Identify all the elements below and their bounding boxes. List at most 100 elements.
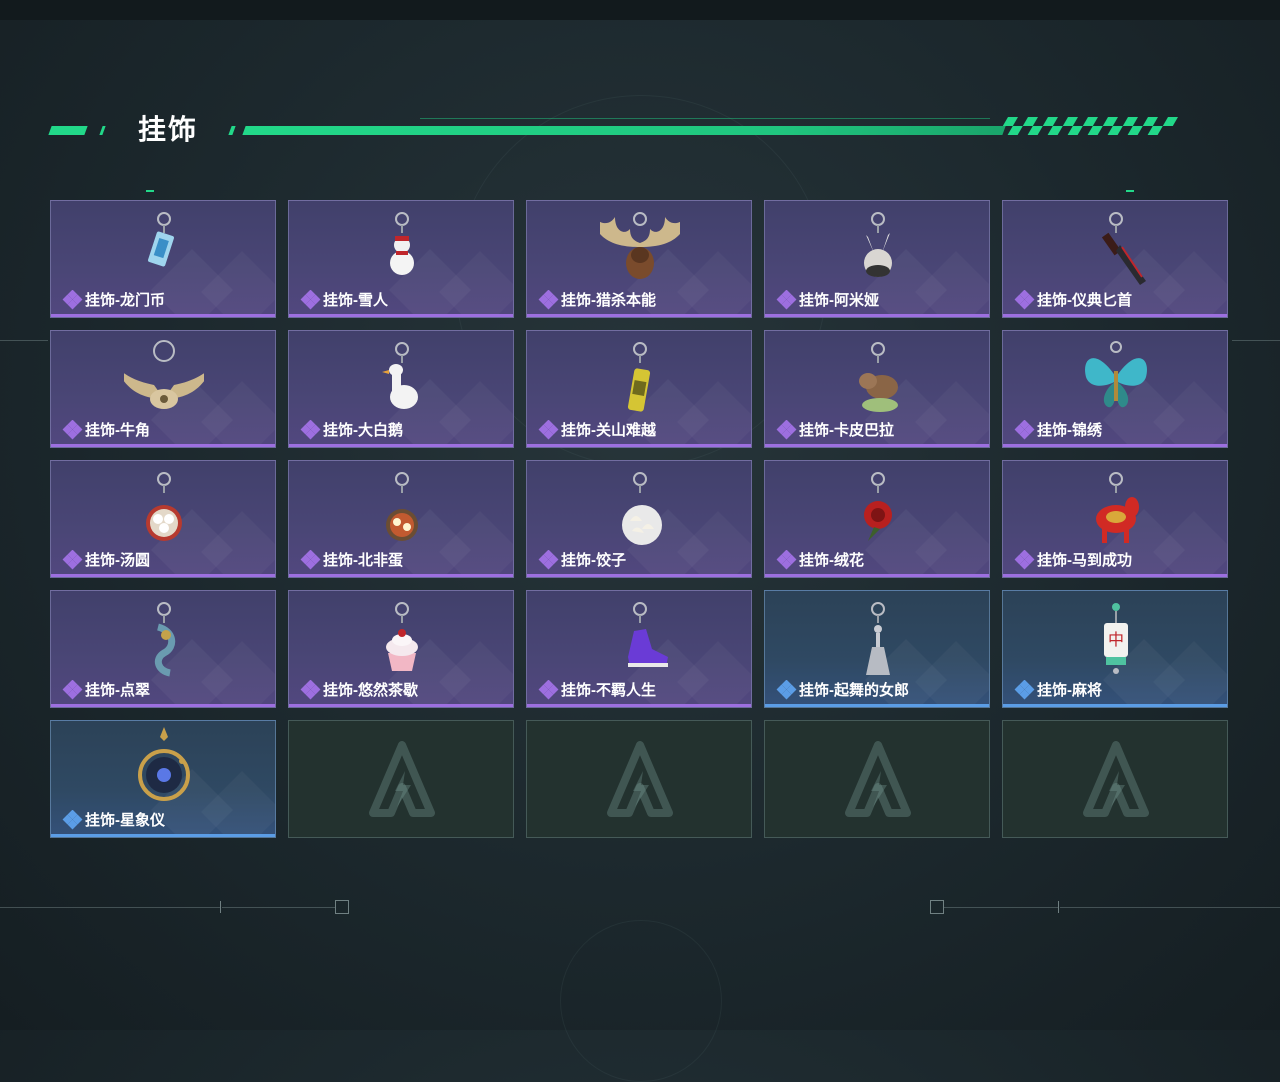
rarity-diamond-icon — [62, 550, 83, 570]
rarity-diamond-icon — [538, 290, 559, 310]
rarity-underline — [51, 704, 275, 707]
top-band — [0, 0, 1280, 20]
charm-name: 挂饰-牛角 — [85, 422, 150, 439]
header-accent-bar — [48, 126, 88, 135]
charm-name: 挂饰-锦绣 — [1037, 422, 1102, 439]
charm-card[interactable]: 挂饰-猎杀本能 — [526, 200, 752, 318]
grid-corner-mark-left — [146, 190, 154, 192]
rarity-underline — [765, 314, 989, 317]
dancing-lady-charm-icon — [866, 602, 890, 675]
hud-line-left — [0, 907, 220, 908]
charm-name: 挂饰-马到成功 — [1037, 552, 1132, 569]
white-goose-charm-icon — [382, 342, 418, 409]
charm-card[interactable]: 挂饰-悠然茶歇 — [288, 590, 514, 708]
rarity-underline — [289, 574, 513, 577]
empty-slot — [526, 720, 752, 838]
capybara-charm-icon — [859, 342, 898, 412]
rarity-underline — [765, 704, 989, 707]
charm-name: 挂饰-不羁人生 — [561, 682, 656, 699]
charm-card[interactable]: 中挂饰-麻将 — [1002, 590, 1228, 708]
charm-name: 挂饰-大白鹅 — [323, 422, 403, 439]
grid-corner-mark-right — [1126, 190, 1134, 192]
charm-card[interactable]: 挂饰-雪人 — [288, 200, 514, 318]
hud-line-right-2 — [1060, 907, 1280, 908]
astrolabe-charm-icon — [138, 727, 190, 801]
charm-card[interactable]: 挂饰-仪典匕首 — [1002, 200, 1228, 318]
empty-slot — [1002, 720, 1228, 838]
dumplings-plate-charm-icon — [622, 472, 662, 545]
rarity-diamond-icon — [1014, 680, 1035, 700]
hud-line-right — [944, 907, 1058, 908]
empty-slot — [288, 720, 514, 838]
header-thin-line — [420, 118, 990, 119]
rarity-underline — [289, 704, 513, 707]
header-checker-pattern — [1002, 117, 1178, 135]
charm-card[interactable]: 挂饰-马到成功 — [1002, 460, 1228, 578]
charm-card[interactable]: 挂饰-起舞的女郎 — [764, 590, 990, 708]
charm-card[interactable]: 挂饰-汤圆 — [50, 460, 276, 578]
hud-line-left-2 — [222, 907, 335, 908]
rarity-diamond-icon — [62, 290, 83, 310]
charm-name: 挂饰-猎杀本能 — [561, 292, 656, 309]
rarity-underline — [51, 834, 275, 837]
charm-card[interactable]: 挂饰-关山难越 — [526, 330, 752, 448]
charm-name: 挂饰-仪典匕首 — [1037, 292, 1132, 309]
background-ring-bottom — [560, 920, 722, 1082]
charm-card[interactable]: 挂饰-不羁人生 — [526, 590, 752, 708]
rarity-underline — [51, 444, 275, 447]
charm-card[interactable]: 挂饰-绒花 — [764, 460, 990, 578]
rarity-diamond-icon — [538, 680, 559, 700]
rarity-diamond-icon — [776, 290, 797, 310]
rarity-underline — [527, 314, 751, 317]
header-accent-slash — [99, 126, 106, 135]
rarity-underline — [1003, 574, 1227, 577]
charm-card[interactable]: 挂饰-龙门币 — [50, 200, 276, 318]
charm-name: 挂饰-悠然茶歇 — [323, 682, 418, 699]
rarity-underline — [765, 444, 989, 447]
longmen-coin-charm-icon — [148, 212, 174, 267]
charm-card[interactable]: 挂饰-牛角 — [50, 330, 276, 448]
empty-slot — [764, 720, 990, 838]
charm-card[interactable]: 挂饰-阿米娅 — [764, 200, 990, 318]
charm-card[interactable]: 挂饰-卡皮巴拉 — [764, 330, 990, 448]
rarity-diamond-icon — [1014, 290, 1035, 310]
empty-slot-logo-icon — [607, 741, 673, 817]
sneaker-charm-icon — [628, 602, 668, 667]
velvet-flower-charm-icon — [864, 472, 892, 541]
charm-name: 挂饰-起舞的女郎 — [799, 682, 909, 699]
charm-name: 挂饰-卡皮巴拉 — [799, 422, 894, 439]
charm-name: 挂饰-饺子 — [561, 552, 626, 569]
hud-line-mid-left — [0, 340, 48, 341]
bull-horns-charm-icon — [124, 340, 204, 409]
empty-slot-logo-icon — [1083, 741, 1149, 817]
tangyuan-bowl-charm-icon — [146, 472, 182, 541]
charm-card[interactable]: 挂饰-北非蛋 — [288, 460, 514, 578]
charm-card[interactable]: 挂饰-锦绣 — [1002, 330, 1228, 448]
charm-card[interactable]: 挂饰-大白鹅 — [288, 330, 514, 448]
empty-slot-logo-icon — [369, 741, 435, 817]
charm-card[interactable]: 挂饰-饺子 — [526, 460, 752, 578]
hud-square-right — [930, 900, 944, 914]
header-progress-bar — [242, 126, 1006, 135]
charm-name: 挂饰-北非蛋 — [323, 552, 403, 569]
amiya-charm-icon — [864, 212, 892, 277]
charm-name: 挂饰-雪人 — [323, 292, 388, 309]
rarity-underline — [51, 314, 275, 317]
header-accent-slash-2 — [228, 126, 236, 135]
shakshuka-charm-icon — [386, 472, 418, 541]
charm-card[interactable]: 挂饰-点翠 — [50, 590, 276, 708]
rarity-diamond-icon — [1014, 550, 1035, 570]
charm-name: 挂饰-点翠 — [85, 682, 150, 699]
rarity-diamond-icon — [776, 420, 797, 440]
rarity-underline — [1003, 704, 1227, 707]
rarity-underline — [765, 574, 989, 577]
snowman-charm-icon — [390, 212, 414, 275]
rarity-underline — [289, 314, 513, 317]
svg-text:中: 中 — [1108, 630, 1124, 649]
red-horse-charm-icon — [1096, 472, 1139, 543]
mahjong-tile-charm-icon: 中 — [1104, 603, 1128, 674]
antler-trophy-charm-icon — [600, 212, 680, 279]
charm-card[interactable]: 挂饰-星象仪 — [50, 720, 276, 838]
rarity-diamond-icon — [62, 420, 83, 440]
rarity-diamond-icon — [62, 810, 83, 830]
